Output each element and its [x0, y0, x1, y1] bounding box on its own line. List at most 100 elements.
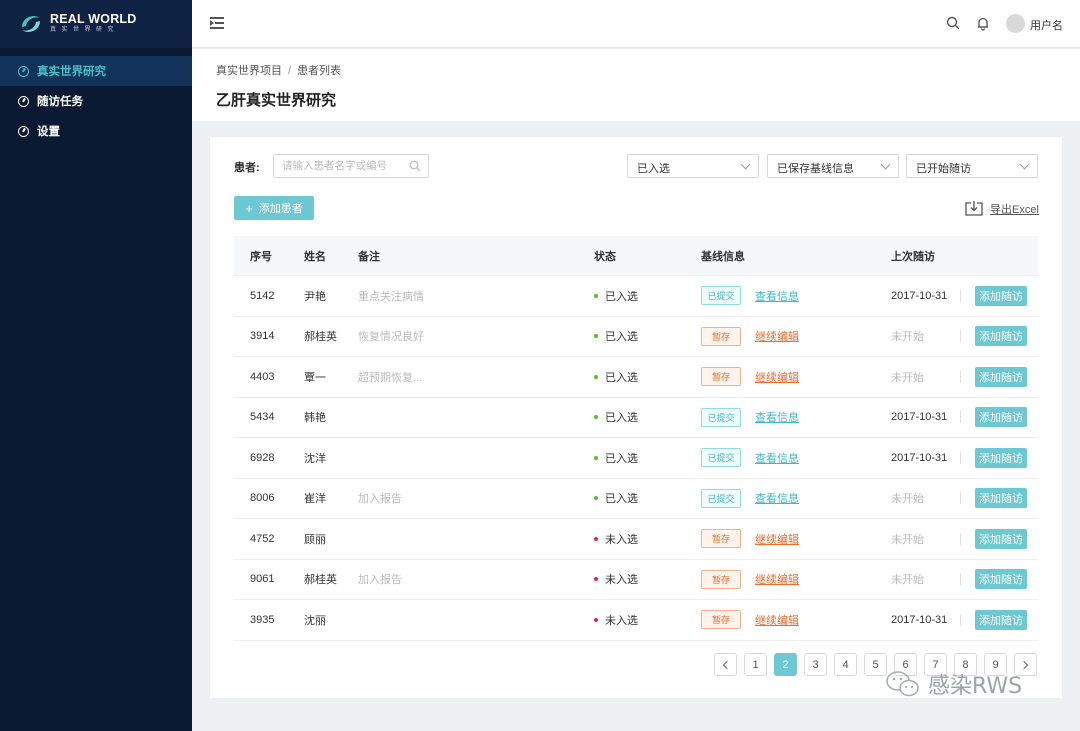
sidebar-item-settings[interactable]: 设置: [0, 116, 192, 146]
baseline-status-badge: 暂存: [701, 610, 741, 630]
prev-page-button[interactable]: [714, 653, 737, 676]
add-followup-button[interactable]: 添加随访: [975, 528, 1027, 549]
patient-name: 沈丽: [304, 614, 326, 627]
brand-mark-icon: [18, 11, 44, 37]
page-button[interactable]: 2: [774, 653, 797, 676]
page-button[interactable]: 1: [744, 653, 767, 676]
sidebar-item-followup-tasks[interactable]: 随访任务: [0, 86, 192, 116]
wechat-icon: [886, 671, 919, 697]
export-excel-label: 导出Excel: [990, 203, 1039, 216]
baseline-cell: 暂存 继续编辑: [701, 569, 891, 589]
baseline-link[interactable]: 继续编辑: [755, 612, 799, 628]
baseline-cell: 已提交 查看信息: [701, 407, 891, 427]
table-row: 6928 沈洋 已入选 已提交 查看信息 2017-10-31 添加随访: [234, 438, 1038, 479]
baseline-status-badge: 暂存: [701, 367, 741, 387]
sidebar-item-label: 设置: [37, 126, 60, 138]
add-followup-button[interactable]: 添加随访: [975, 407, 1027, 428]
followup-status-select[interactable]: 已开始随访: [906, 154, 1038, 178]
patient-note: 加入报告: [358, 493, 402, 506]
patient-id: 3935: [250, 613, 275, 626]
enroll-status-text: 已入选: [605, 412, 638, 425]
divider: [960, 492, 961, 505]
patient-id: 4752: [250, 532, 275, 545]
add-followup-button[interactable]: 添加随访: [975, 609, 1027, 630]
enroll-status: 已入选: [594, 490, 701, 506]
wechat-watermark: 感染RWS: [884, 668, 1022, 700]
add-patient-button[interactable]: + 添加患者: [234, 196, 314, 220]
divider: [960, 532, 961, 545]
enroll-status: 已入选: [594, 328, 701, 344]
divider: [960, 573, 961, 586]
baseline-status-select[interactable]: 已保存基线信息: [767, 154, 899, 178]
add-followup-button[interactable]: 添加随访: [975, 488, 1027, 509]
brand-subtitle: 真实世界研究: [50, 27, 120, 33]
baseline-link[interactable]: 继续编辑: [755, 328, 799, 344]
baseline-link[interactable]: 查看信息: [755, 450, 799, 466]
add-followup-button[interactable]: 添加随访: [975, 447, 1027, 468]
breadcrumb-separator: /: [288, 65, 292, 77]
page-button[interactable]: 4: [834, 653, 857, 676]
add-followup-button[interactable]: 添加随访: [975, 569, 1027, 590]
sidebar: REAL WORLD 真实世界研究 真实世界研究 随访任务 设置: [0, 0, 192, 731]
brand-logo[interactable]: REAL WORLD 真实世界研究: [0, 0, 192, 48]
patient-id: 6928: [250, 451, 275, 464]
brand-title: REAL WORLD: [50, 12, 137, 26]
divider: [960, 289, 961, 302]
patient-name: 崔洋: [304, 493, 326, 506]
divider: [960, 411, 961, 424]
chevron-left-icon: [722, 660, 732, 669]
export-excel-button[interactable]: 导出Excel: [964, 200, 1039, 217]
table-row: 8006 崔洋 加入报告 已入选 已提交 查看信息 未开始 添加随访: [234, 479, 1038, 519]
patient-name: 郝桂英: [304, 331, 337, 344]
last-visit: 未开始: [891, 371, 924, 384]
table-row: 5434 韩艳 已入选 已提交 查看信息 2017-10-31 添加随访: [234, 398, 1038, 438]
enroll-status-text: 未入选: [605, 533, 638, 546]
divider: [960, 451, 961, 464]
breadcrumb-parent[interactable]: 真实世界项目: [216, 65, 282, 77]
search-icon[interactable]: [409, 160, 421, 172]
baseline-link[interactable]: 继续编辑: [755, 531, 799, 547]
baseline-link[interactable]: 继续编辑: [755, 369, 799, 385]
patient-note: 加入报告: [358, 574, 402, 587]
baseline-status-badge: 已提交: [701, 448, 741, 468]
table-row: 3914 郝桂英 恢复情况良好 已入选 暂存 继续编辑 未开始 添加随访: [234, 317, 1038, 357]
enroll-status-text: 已入选: [605, 290, 638, 303]
patient-list-card: 患者: 已入选 已保存基线信息 已开始随访 + 添加患者 导出Excel 序号 …: [210, 137, 1062, 698]
search-icon[interactable]: [946, 16, 960, 30]
dashboard-icon: [18, 125, 29, 137]
enroll-status-select[interactable]: 已入选: [627, 154, 759, 178]
avatar[interactable]: [1006, 14, 1025, 33]
top-header: 用户名: [192, 0, 1080, 48]
baseline-link[interactable]: 查看信息: [755, 288, 799, 304]
add-followup-button[interactable]: 添加随访: [975, 285, 1027, 306]
patient-name: 韩艳: [304, 412, 326, 425]
status-dot-icon: [594, 415, 598, 420]
last-visit: 2017-10-31: [891, 451, 948, 464]
baseline-link[interactable]: 查看信息: [755, 490, 799, 506]
table-row: 3935 沈丽 未入选 暂存 继续编辑 2017-10-31 添加随访: [234, 600, 1038, 641]
baseline-link[interactable]: 查看信息: [755, 409, 799, 425]
baseline-status-badge: 暂存: [701, 569, 741, 589]
add-followup-button[interactable]: 添加随访: [975, 366, 1027, 387]
baseline-status-badge: 已提交: [701, 286, 741, 306]
patient-name: 沈洋: [304, 452, 326, 465]
col-header-baseline: 基线信息: [701, 250, 745, 263]
bell-icon[interactable]: [976, 16, 990, 31]
enroll-status: 已入选: [594, 288, 701, 304]
add-followup-button[interactable]: 添加随访: [975, 326, 1027, 347]
page-button[interactable]: 3: [804, 653, 827, 676]
patient-name: 顾丽: [304, 533, 326, 546]
sidebar-item-real-world-research[interactable]: 真实世界研究: [0, 56, 192, 86]
col-header-name: 姓名: [304, 250, 326, 263]
patient-search-input[interactable]: [282, 155, 410, 177]
menu-fold-icon[interactable]: [210, 16, 224, 30]
table-row: 4403 覃一 超预期恢复... 已入选 暂存 继续编辑 未开始 添加随访: [234, 357, 1038, 398]
col-header-last-visit: 上次随访: [891, 250, 935, 263]
col-header-id: 序号: [250, 250, 272, 263]
patient-id: 5434: [250, 411, 275, 424]
page-header: 真实世界项目 / 患者列表 乙肝真实世界研究: [192, 49, 1080, 121]
username[interactable]: 用户名: [1030, 17, 1063, 33]
baseline-link[interactable]: 继续编辑: [755, 571, 799, 587]
col-header-status: 状态: [594, 250, 616, 263]
enroll-status-text: 已入选: [605, 493, 638, 506]
